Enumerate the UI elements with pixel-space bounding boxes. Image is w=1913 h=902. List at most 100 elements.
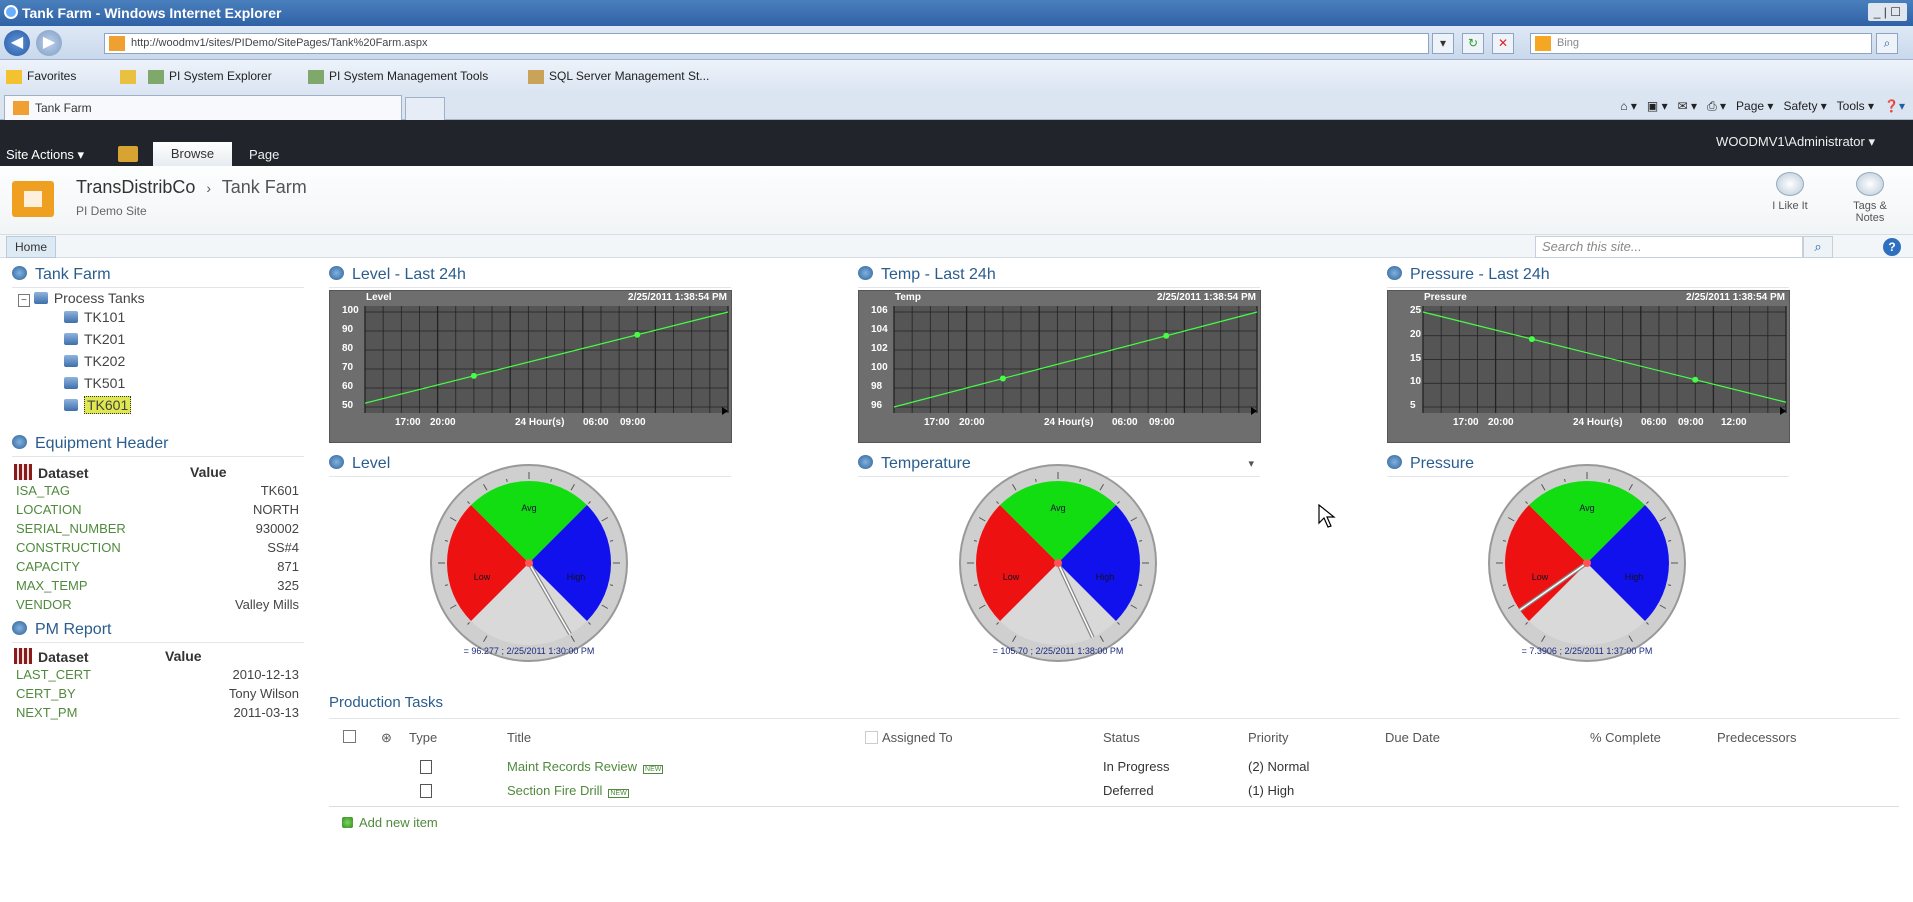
y-tick-label: 96 [871,400,883,411]
row-value: TK601 [260,483,299,498]
trend-point [1528,336,1535,343]
tree-item[interactable]: TK201 [64,331,125,347]
tree-item[interactable]: TK601 [64,396,132,414]
row-value: Valley Mills [234,597,299,612]
task-title-link[interactable]: Section Fire Drill NEW [507,783,629,798]
new-tab-button[interactable] [405,97,445,120]
row-key: LAST_CERT [16,667,91,682]
webpart-menu-icon[interactable]: ▾ [1248,453,1254,475]
col-title[interactable]: Title [507,730,531,745]
gauge[interactable]: Low Avg High [953,463,1163,663]
x-tick-label: 24 Hour(s) [1044,417,1094,428]
safety-menu[interactable]: Safety ▾ [1783,99,1826,113]
assigned-checkbox[interactable] [865,731,878,744]
tags-notes-button[interactable]: Tags & Notes [1840,172,1900,224]
tab-browse[interactable]: Browse [153,142,232,166]
address-bar[interactable]: http://woodmv1/sites/PIDemo/SitePages/Ta… [104,33,1429,54]
tree-item-label: TK501 [84,375,126,391]
webpart-icon [329,455,344,469]
trend-timestamp: 2/25/2011 1:38:54 PM [1157,292,1256,303]
equipment-table-header: Dataset Value [14,464,300,481]
forward-icon[interactable]: ▶ [36,30,62,56]
tab-page[interactable]: Page [249,147,279,162]
x-tick-label: 24 Hour(s) [1573,417,1623,428]
sql-icon [528,69,544,84]
production-tasks-title[interactable]: Production Tasks [329,694,443,711]
nav-home[interactable]: Home [6,236,57,258]
page-menu[interactable]: Page ▾ [1736,99,1773,113]
folder-icon [33,292,48,304]
add-new-item-link[interactable]: Add new item [342,815,438,830]
browser-search-icon[interactable]: ⌕ [1876,33,1898,54]
col-priority[interactable]: Priority [1248,730,1288,745]
webpart-icon [12,435,27,449]
dataset-header-label: Dataset [38,649,89,665]
webpart-icon [12,621,27,635]
trend-point [1692,376,1699,383]
print-icon[interactable]: ⎙ ▾ [1707,99,1726,113]
mail-icon[interactable]: ✉ ▾ [1678,99,1697,113]
document-icon [420,784,432,798]
add-favorite-icon[interactable] [120,60,141,92]
favorites-button[interactable]: Favorites [6,60,76,92]
i-like-it-button[interactable]: I Like It [1760,172,1820,212]
feeds-icon[interactable]: ▣ ▾ [1647,99,1668,113]
table-row: SERIAL_NUMBER 930002 [16,521,299,539]
trend-point [1163,332,1170,339]
site-search-input[interactable]: Search this site... [1535,236,1803,258]
refresh-icon[interactable]: ↻ [1462,33,1484,54]
tank-icon [64,377,78,389]
trend-label: Level [366,292,392,303]
gauge[interactable]: Low Avg High [1482,463,1692,663]
site-actions-menu[interactable]: Site Actions ▾ [6,147,84,163]
col-status[interactable]: Status [1103,730,1140,745]
tree-item[interactable]: TK101 [64,309,125,325]
col-due-date[interactable]: Due Date [1385,730,1440,745]
help-menu-icon[interactable]: ❓▾ [1884,99,1905,113]
search-provider-box[interactable]: Bing [1530,33,1872,54]
trend-chart[interactable]: Temp 2/25/2011 1:38:54 PM 106 104 102 100 98 96… [858,290,1261,443]
tree-item[interactable]: TK202 [64,353,125,369]
home-icon[interactable]: ⌂ ▾ [1620,99,1637,113]
favorite-link[interactable]: PI System Explorer [148,60,272,92]
favorite-link[interactable]: PI System Management Tools [308,60,488,92]
tank-icon [64,333,78,345]
stop-icon[interactable]: ✕ [1492,33,1514,54]
collapse-icon[interactable]: − [18,294,30,307]
task-title-link[interactable]: Maint Records Review NEW [507,759,664,774]
trend-label: Temp [895,292,921,303]
y-tick-label: 60 [342,381,354,392]
trend-chart[interactable]: Pressure 2/25/2011 1:38:54 PM 25 20 15 10 5 17:… [1387,290,1790,443]
gauge[interactable]: Low Avg High [424,463,634,663]
gauge-hub [1054,559,1062,567]
trend-webpart-title: Pressure - Last 24h [1387,264,1789,288]
select-all-checkbox[interactable] [343,730,356,746]
site-search-icon[interactable]: ⌕ [1803,236,1833,258]
breadcrumb-separator: › [206,180,212,196]
help-icon[interactable]: ? [1883,238,1901,256]
col-assigned-to[interactable]: Assigned To [865,730,953,745]
trend-chart[interactable]: Level 2/25/2011 1:38:54 PM 100 90 80 70 60 50 17… [329,290,732,443]
webpart-icon [1387,266,1402,280]
favorite-link[interactable]: SQL Server Management St... [528,60,709,92]
col-type[interactable]: Type [409,730,437,745]
browser-tab[interactable]: Tank Farm [4,95,402,120]
back-icon[interactable]: ◀ [4,30,30,56]
tools-menu[interactable]: Tools ▾ [1837,99,1874,113]
y-tick-label: 90 [342,324,354,335]
top-navigation: Home Search this site... ⌕ ? [0,234,1913,258]
window-controls[interactable]: _ | ☐ [1867,3,1907,21]
address-dropdown-icon[interactable]: ▾ [1432,33,1454,54]
tags-notes-label-2: Notes [1855,212,1885,224]
breadcrumb-site[interactable]: TransDistribCo [76,177,195,197]
col-predecessors[interactable]: Predecessors [1717,730,1796,745]
user-menu[interactable]: WOODMV1\Administrator ▾ [1716,134,1875,150]
new-badge: NEW [608,789,629,798]
tree-item[interactable]: TK501 [64,375,125,391]
x-tick-label: 24 Hour(s) [515,417,565,428]
site-subtitle[interactable]: PI Demo Site [76,204,147,218]
equipment-title: Equipment Header [35,435,169,452]
tree-root[interactable]: − Process Tanks [18,290,145,307]
navigate-up-icon[interactable] [118,146,138,162]
col-percent-complete[interactable]: % Complete [1590,730,1661,745]
